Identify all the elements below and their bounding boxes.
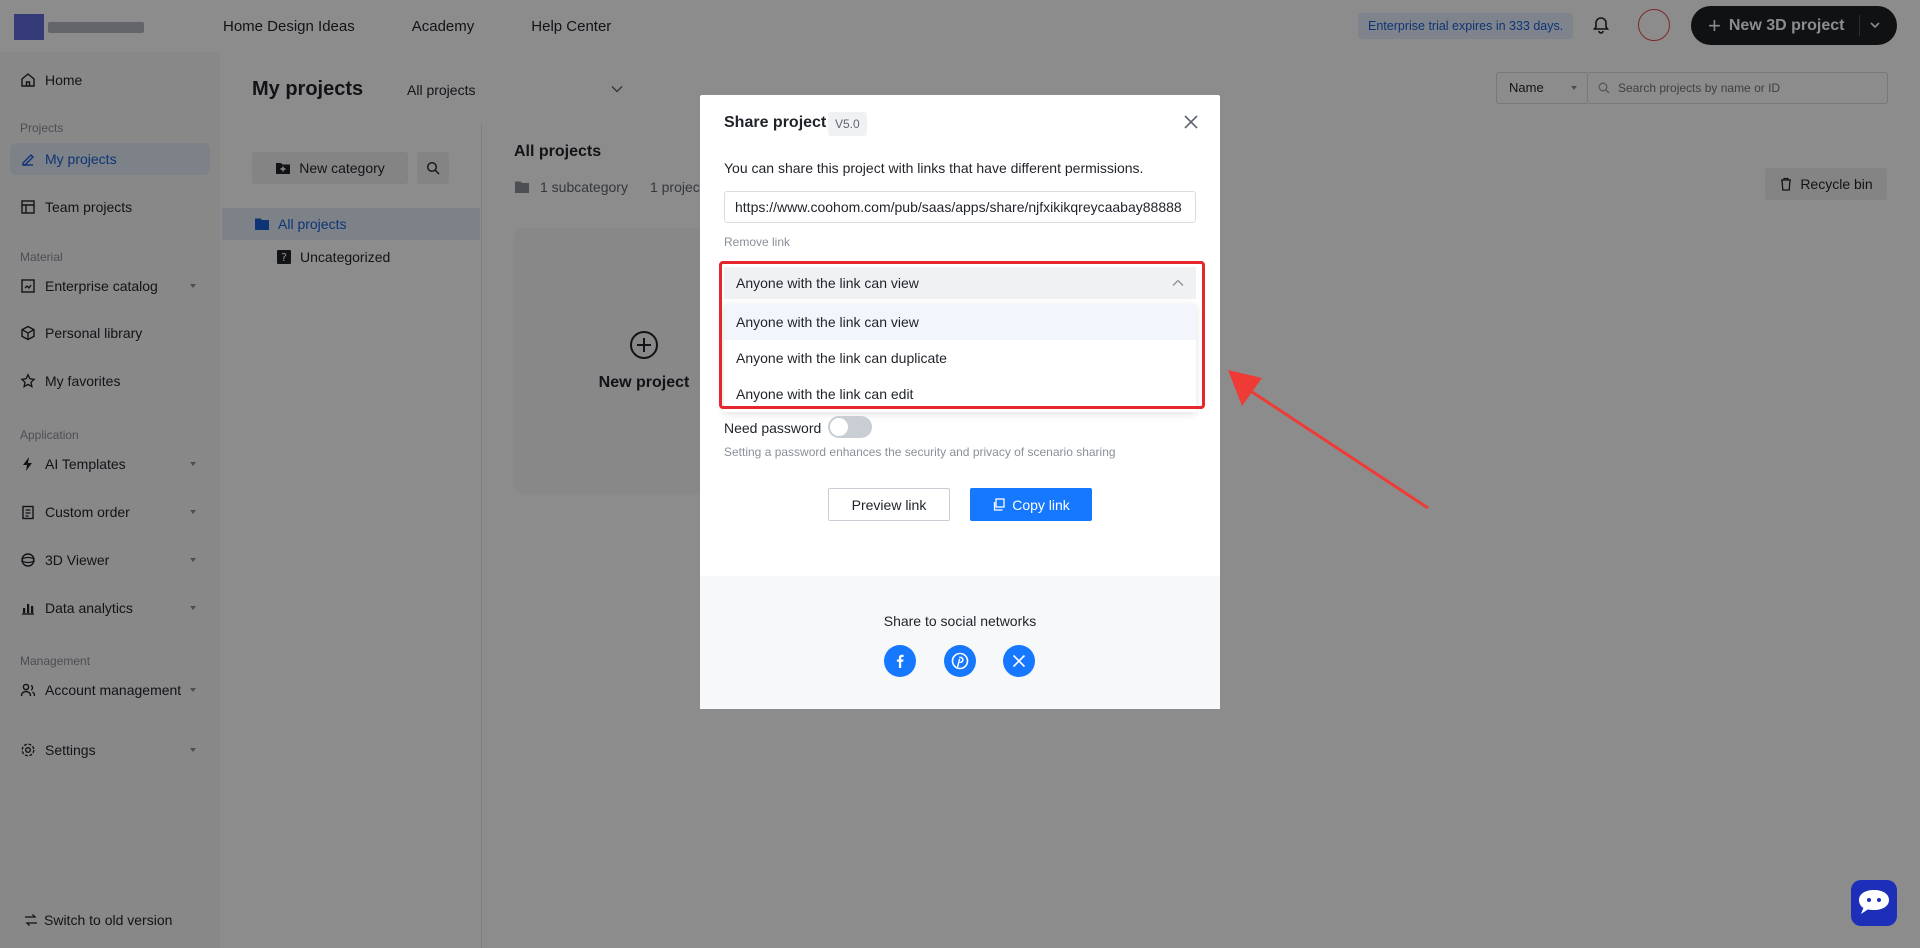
pinterest-icon[interactable] <box>944 645 976 677</box>
need-password-label: Need password <box>724 420 822 436</box>
copy-link-button[interactable]: Copy link <box>970 488 1092 521</box>
dialog-title: Share project <box>724 114 827 131</box>
toggle-knob <box>830 418 848 436</box>
x-twitter-icon[interactable] <box>1003 645 1035 677</box>
annotation-arrow <box>1228 370 1429 510</box>
chat-bubble-icon <box>1859 890 1889 914</box>
close-icon[interactable] <box>1182 113 1200 131</box>
need-password-toggle[interactable] <box>828 416 872 438</box>
copy-link-label: Copy link <box>1012 496 1070 513</box>
preview-link-button[interactable]: Preview link <box>828 488 950 521</box>
version-badge: V5.0 <box>828 112 867 136</box>
copy-icon <box>994 498 1005 511</box>
share-link-field[interactable] <box>724 191 1196 223</box>
password-hint: Setting a password enhances the security… <box>724 445 1116 459</box>
dialog-description: You can share this project with links th… <box>724 160 1144 176</box>
chat-support-button[interactable] <box>1851 880 1897 926</box>
social-share-section: Share to social networks <box>700 576 1220 709</box>
remove-link-button[interactable]: Remove link <box>724 235 790 249</box>
annotation-highlight-box <box>719 261 1205 409</box>
share-project-dialog: Share project V5.0 You can share this pr… <box>700 95 1220 709</box>
social-share-label: Share to social networks <box>883 613 1037 629</box>
facebook-icon[interactable] <box>884 645 916 677</box>
